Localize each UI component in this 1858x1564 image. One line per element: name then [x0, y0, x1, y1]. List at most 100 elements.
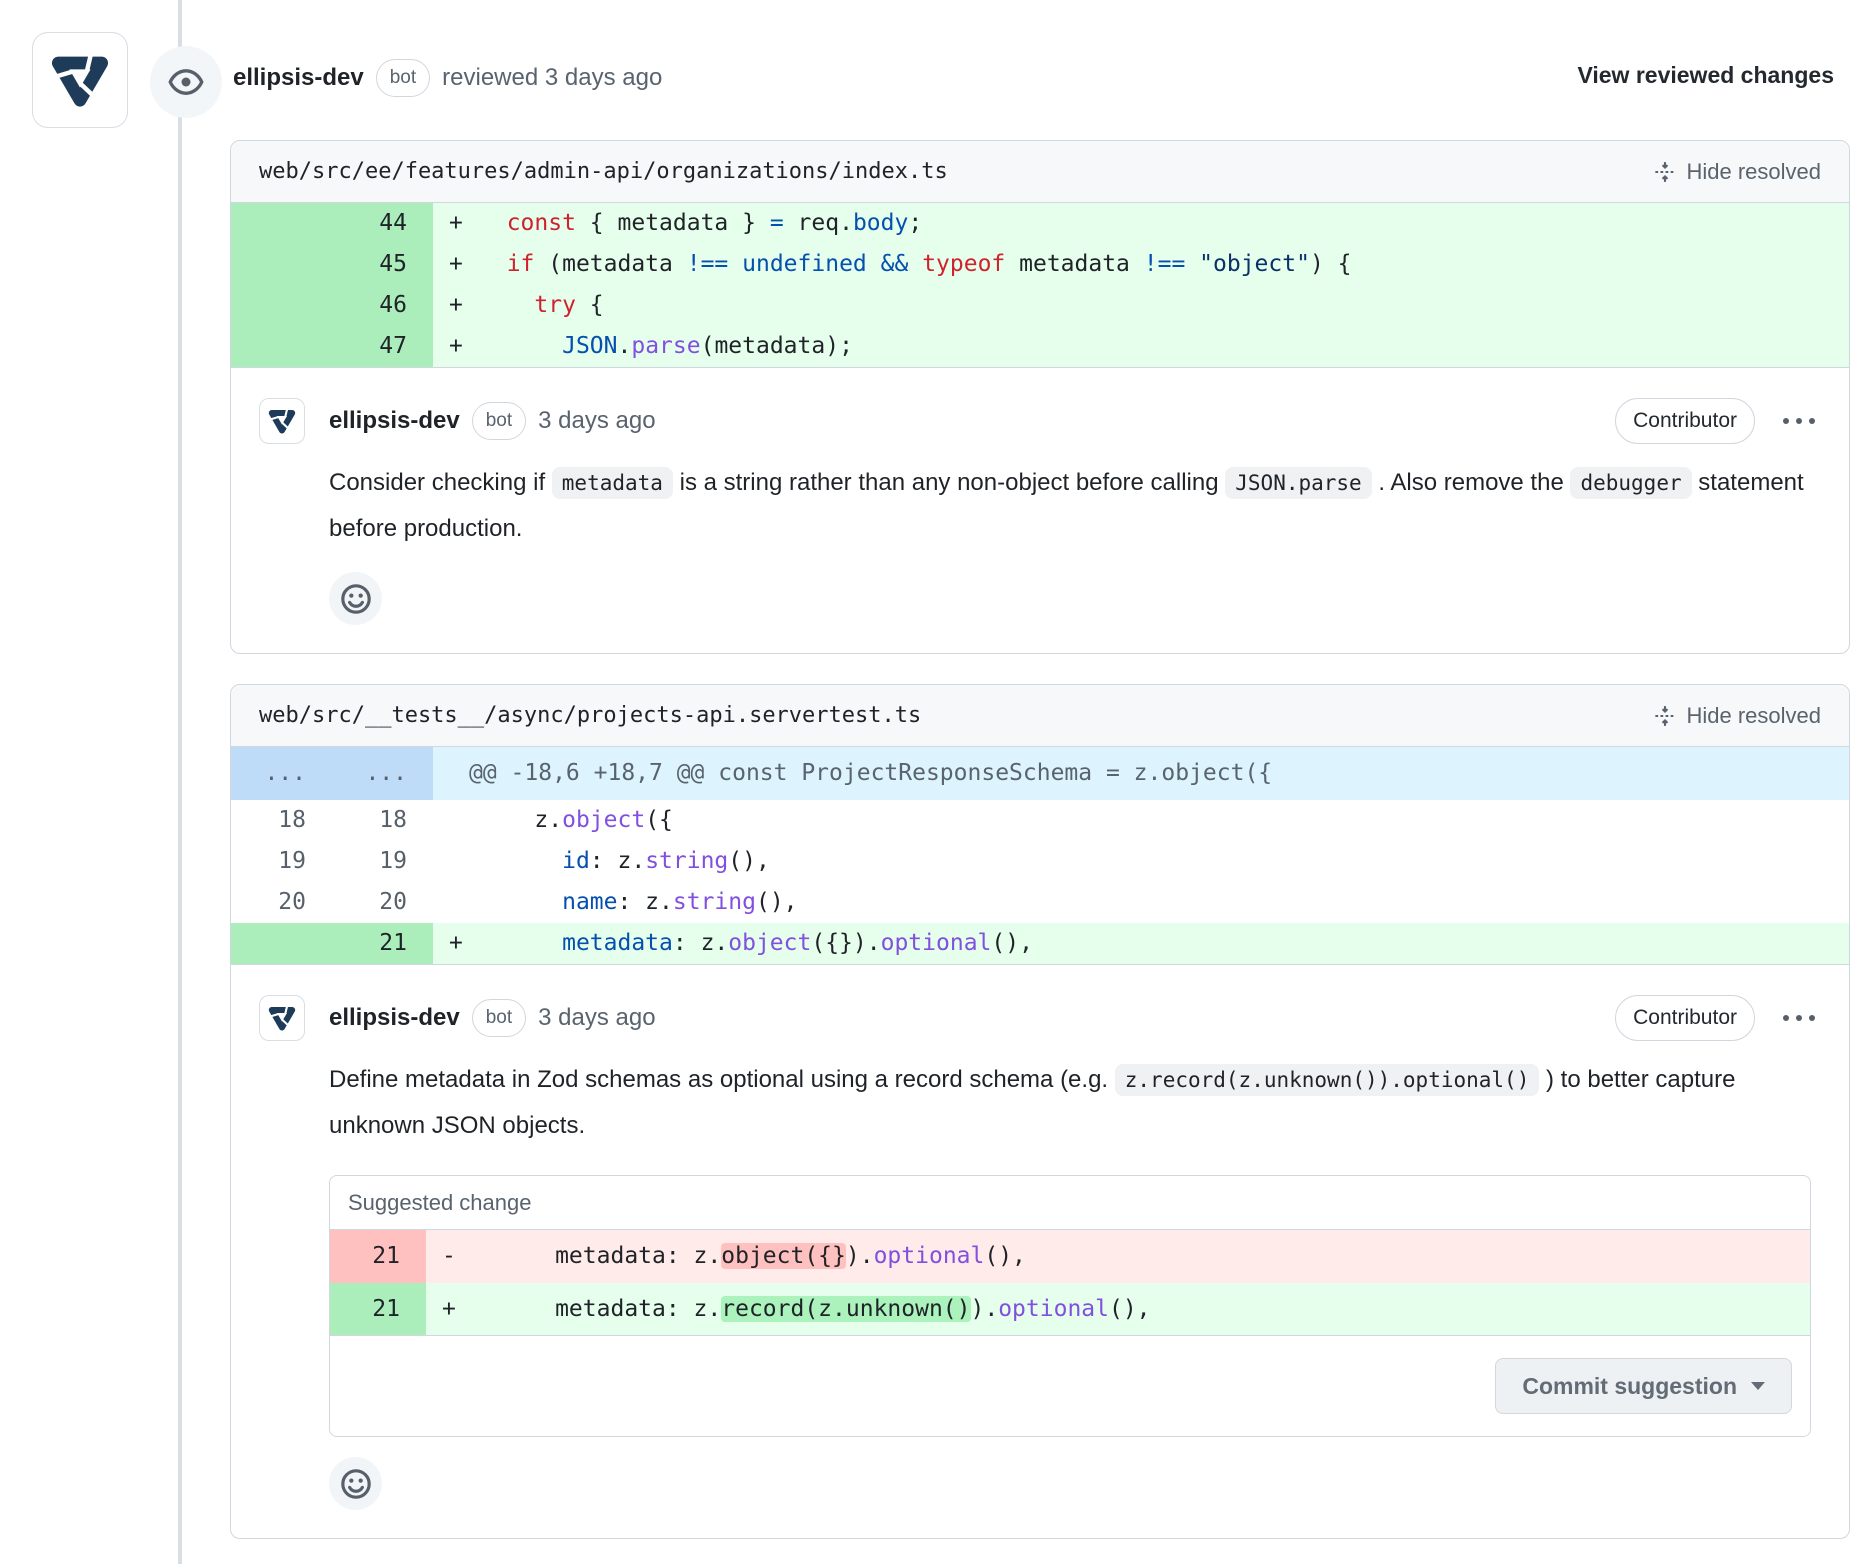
- line-number: 21: [330, 1283, 426, 1335]
- contributor-badge: Contributor: [1615, 398, 1755, 444]
- new-line-number: 45: [332, 244, 433, 285]
- code-text: try {: [479, 285, 604, 326]
- file-path[interactable]: web/src/__tests__/async/projects-api.ser…: [259, 703, 921, 728]
- file-path[interactable]: web/src/ee/features/admin-api/organizati…: [259, 159, 948, 184]
- comment-author[interactable]: ellipsis-dev: [329, 1004, 460, 1032]
- diff-line-context[interactable]: 1818 z.object({: [231, 800, 1849, 841]
- diff-line-context[interactable]: 2020 name: z.string(),: [231, 882, 1849, 923]
- suggestion-footer: Commit suggestion: [330, 1336, 1810, 1436]
- commit-suggestion-label: Commit suggestion: [1522, 1373, 1737, 1400]
- comment-body: Define metadata in Zod schemas as option…: [329, 1057, 1821, 1149]
- diff-sign: +: [449, 326, 479, 367]
- code-text: z.object({: [479, 800, 673, 841]
- line-number: 21: [330, 1230, 426, 1283]
- suggestion-deleted-line: 21 - metadata: z.object({}).optional(),: [330, 1230, 1810, 1283]
- suggested-change-box: Suggested change 21 - metadata: z.object…: [329, 1175, 1811, 1437]
- diff-line-added[interactable]: 44 + const { metadata } = req.body;: [231, 203, 1849, 244]
- code-text: metadata: z.object({}).optional(),: [472, 1230, 1026, 1283]
- diff-sign: [449, 882, 479, 923]
- bot-badge: bot: [472, 999, 526, 1037]
- dropdown-caret-icon: [1751, 1382, 1765, 1390]
- file-header: web/src/__tests__/async/projects-api.ser…: [231, 685, 1849, 747]
- suggestion-added-line: 21 + metadata: z.record(z.unknown()).opt…: [330, 1283, 1810, 1336]
- add-reaction-button[interactable]: [329, 1457, 382, 1510]
- old-line-number: [231, 203, 332, 244]
- code-text: id: z.string(),: [479, 841, 770, 882]
- diff-sign: +: [449, 923, 479, 964]
- comment-avatar[interactable]: [259, 995, 305, 1041]
- diff-line-added[interactable]: 21 + metadata: z.object({}).optional(),: [231, 923, 1849, 964]
- reviewer-avatar[interactable]: [32, 32, 128, 128]
- old-line-number: 20: [231, 882, 332, 923]
- diff-sign: [449, 800, 479, 841]
- smiley-icon: [339, 582, 373, 616]
- diff-block: 44 + const { metadata } = req.body; 45 +…: [231, 203, 1849, 368]
- old-line-number: [231, 244, 332, 285]
- fold-icon: [1654, 705, 1676, 727]
- diff-sign: +: [449, 285, 479, 326]
- suggested-change-title: Suggested change: [330, 1176, 1810, 1230]
- ellipsis-logo-icon: [266, 405, 298, 437]
- eye-icon: [168, 64, 204, 100]
- diff-block: ...... @@ -18,6 +18,7 @@ const ProjectRe…: [231, 747, 1849, 965]
- old-line-number: 19: [231, 841, 332, 882]
- comment-author[interactable]: ellipsis-dev: [329, 407, 460, 435]
- diff-line-context[interactable]: 1919 id: z.string(),: [231, 841, 1849, 882]
- diff-sign: +: [449, 244, 479, 285]
- comment-timestamp[interactable]: 3 days ago: [538, 1004, 655, 1032]
- bot-badge: bot: [376, 59, 430, 97]
- hunk-header-row: ...... @@ -18,6 +18,7 @@ const ProjectRe…: [231, 747, 1849, 800]
- new-line-number: 18: [332, 800, 433, 841]
- hide-resolved-label: Hide resolved: [1686, 703, 1821, 729]
- hunk-text: @@ -18,6 +18,7 @@ const ProjectResponseS…: [469, 747, 1272, 800]
- new-line-number: 19: [332, 841, 433, 882]
- diff-line-added[interactable]: 45 + if (metadata !== undefined && typeo…: [231, 244, 1849, 285]
- review-event-badge: [150, 46, 222, 118]
- hunk-old-ellipsis: ...: [231, 747, 332, 800]
- file-header: web/src/ee/features/admin-api/organizati…: [231, 141, 1849, 203]
- old-line-number: 18: [231, 800, 332, 841]
- comment-timestamp[interactable]: 3 days ago: [538, 407, 655, 435]
- diff-sign: +: [449, 203, 479, 244]
- diff-line-added[interactable]: 46 + try {: [231, 285, 1849, 326]
- view-reviewed-changes-link[interactable]: View reviewed changes: [1577, 62, 1834, 89]
- reviewer-name[interactable]: ellipsis-dev: [233, 64, 364, 92]
- old-line-number: [231, 285, 332, 326]
- old-line-number: [231, 326, 332, 367]
- comment-body: Consider checking if metadata is a strin…: [329, 460, 1821, 552]
- new-line-number: 46: [332, 285, 433, 326]
- new-line-number: 47: [332, 326, 433, 367]
- review-action-text: reviewed 3 days ago: [442, 64, 662, 92]
- hide-resolved-button[interactable]: Hide resolved: [1654, 703, 1821, 729]
- timeline-line: [178, 0, 182, 1564]
- diff-line-added[interactable]: 47 + JSON.parse(metadata);: [231, 326, 1849, 367]
- hunk-new-ellipsis: ...: [332, 747, 433, 800]
- code-text: if (metadata !== undefined && typeof met…: [479, 244, 1352, 285]
- commit-suggestion-button[interactable]: Commit suggestion: [1495, 1358, 1792, 1414]
- diff-sign: -: [442, 1230, 472, 1283]
- code-text: metadata: z.record(z.unknown()).optional…: [472, 1283, 1151, 1335]
- contributor-badge: Contributor: [1615, 995, 1755, 1041]
- pr-review-page: ellipsis-dev bot reviewed 3 days ago Vie…: [0, 0, 1858, 1564]
- bot-badge: bot: [472, 402, 526, 440]
- review-thread-card-2: web/src/__tests__/async/projects-api.ser…: [230, 684, 1850, 1539]
- hide-resolved-label: Hide resolved: [1686, 159, 1821, 185]
- comment-menu-button[interactable]: [1777, 412, 1821, 430]
- new-line-number: 21: [332, 923, 433, 964]
- review-thread-card-1: web/src/ee/features/admin-api/organizati…: [230, 140, 1850, 654]
- code-text: name: z.string(),: [479, 882, 798, 923]
- hide-resolved-button[interactable]: Hide resolved: [1654, 159, 1821, 185]
- smiley-icon: [339, 1467, 373, 1501]
- review-header: ellipsis-dev bot reviewed 3 days ago: [233, 56, 662, 100]
- review-comment: ellipsis-dev bot 3 days ago Contributor …: [231, 368, 1849, 653]
- diff-sign: +: [442, 1283, 472, 1335]
- ellipsis-logo-icon: [266, 1002, 298, 1034]
- add-reaction-button[interactable]: [329, 572, 382, 625]
- comment-header: ellipsis-dev bot 3 days ago Contributor: [259, 398, 1821, 444]
- comment-avatar[interactable]: [259, 398, 305, 444]
- new-line-number: 44: [332, 203, 433, 244]
- old-line-number: [231, 923, 332, 964]
- review-comment: ellipsis-dev bot 3 days ago Contributor …: [231, 965, 1849, 1538]
- comment-menu-button[interactable]: [1777, 1009, 1821, 1027]
- ellipsis-logo-icon: [46, 46, 114, 114]
